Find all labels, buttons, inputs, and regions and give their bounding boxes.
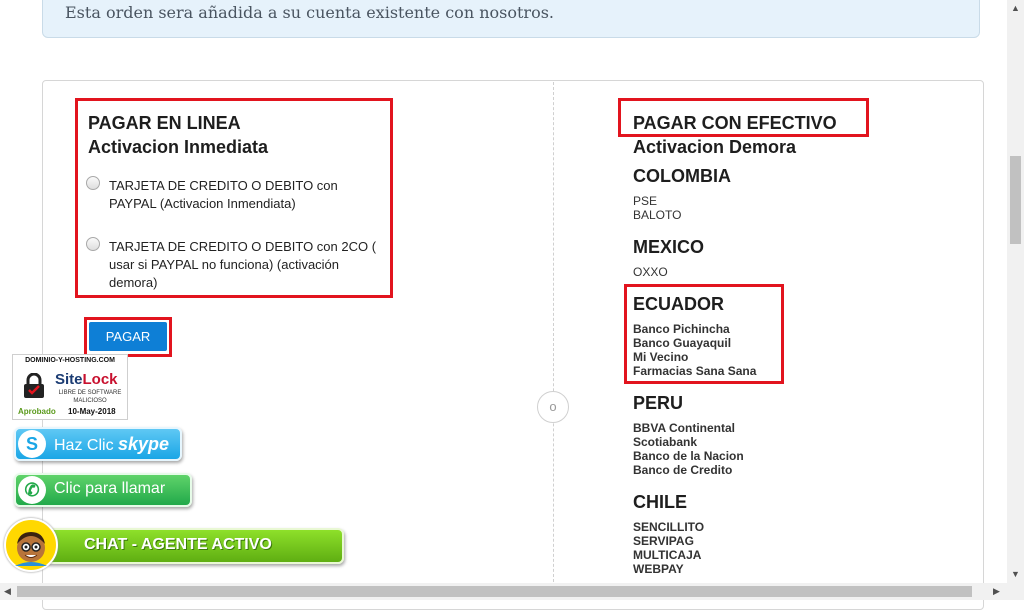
info-banner: Esta orden sera añadida a su cuenta exis… [42, 0, 980, 38]
method-item: Farmacias Sana Sana [633, 364, 757, 378]
country-mexico: MEXICO [633, 237, 705, 257]
scroll-up-icon[interactable]: ▲ [1011, 3, 1020, 13]
padlock-icon [24, 373, 44, 398]
scroll-left-icon[interactable]: ◀ [4, 586, 11, 597]
sitelock-badge[interactable]: DOMINIO-Y-HOSTING.COM SiteLock LIBRE DE … [12, 354, 128, 420]
online-subtitle: Activacion Inmediata [88, 137, 269, 157]
skype-button-label: Haz Clic skype [54, 434, 169, 455]
method-item: Banco Pichincha [633, 322, 730, 336]
radio-paypal[interactable] [86, 176, 100, 190]
banner-text: Esta orden sera añadida a su cuenta exis… [65, 3, 554, 22]
methods-colombia: PSE BALOTO [633, 194, 681, 222]
method-item: PSE [633, 194, 658, 208]
method-item: OXXO [633, 265, 668, 279]
whatsapp-button-label: Clic para llamar [54, 480, 166, 497]
option-paypal-label: TARJETA DE CREDITO O DEBITO con PAYPAL (… [109, 178, 338, 211]
vertical-scrollbar[interactable]: ▲ ▼ [1007, 0, 1024, 583]
sitelock-approved: Aprobado [18, 407, 56, 416]
or-separator: o [537, 391, 569, 423]
method-item: Banco de la Nacion [633, 449, 744, 463]
method-item: MULTICAJA [633, 548, 702, 562]
option-2co-label: TARJETA DE CREDITO O DEBITO con 2CO ( us… [109, 239, 377, 290]
horizontal-scroll-thumb[interactable] [17, 586, 972, 597]
sitelock-brand-b: Lock [82, 371, 118, 388]
sitelock-date: 10-May-2018 [68, 407, 116, 416]
horizontal-scrollbar[interactable]: ◀ ▶ [0, 583, 1024, 600]
method-item: BALOTO [633, 208, 682, 222]
methods-chile: SENCILLITO SERVIPAG MULTICAJA WEBPAY [633, 520, 704, 576]
scroll-right-icon[interactable]: ▶ [993, 586, 1000, 597]
sitelock-brand-a: Site [55, 371, 83, 388]
sitelock-brand: SiteLock [55, 371, 118, 388]
method-item: Banco Guayaquil [633, 336, 732, 350]
methods-ecuador: Banco Pichincha Banco Guayaquil Mi Vecin… [633, 322, 756, 378]
option-paypal[interactable]: TARJETA DE CREDITO O DEBITO con PAYPAL (… [86, 176, 379, 213]
cash-title: PAGAR CON EFECTIVO [633, 113, 837, 133]
skype-icon: S [18, 430, 46, 458]
country-colombia: COLOMBIA [633, 166, 731, 186]
country-peru: PERU [633, 393, 684, 413]
country-chile: CHILE [633, 492, 687, 512]
pay-button[interactable]: PAGAR [89, 322, 167, 351]
option-2co[interactable]: TARJETA DE CREDITO O DEBITO con 2CO ( us… [86, 237, 379, 292]
agent-avatar[interactable] [4, 518, 58, 572]
scroll-down-icon[interactable]: ▼ [1011, 569, 1020, 579]
whatsapp-call-button[interactable]: ✆ Clic para llamar [14, 473, 192, 507]
method-item: WEBPAY [633, 562, 684, 576]
whatsapp-icon: ✆ [18, 476, 46, 504]
country-ecuador: ECUADOR [633, 294, 725, 314]
chat-button-label: CHAT - AGENTE ACTIVO [84, 536, 272, 553]
skype-button[interactable]: S Haz Clic skype [14, 427, 182, 461]
column-divider [553, 82, 554, 592]
methods-mexico: OXXO [633, 265, 668, 279]
method-item: BBVA Continental [633, 421, 735, 435]
methods-peru: BBVA Continental Scotiabank Banco de la … [633, 421, 744, 477]
sitelock-domain: DOMINIO-Y-HOSTING.COM [25, 357, 115, 364]
vertical-scroll-thumb[interactable] [1010, 156, 1021, 244]
cash-subtitle: Activacion Demora [633, 137, 797, 157]
chat-agent-button[interactable]: CHAT - AGENTE ACTIVO [44, 528, 344, 564]
method-item: Scotiabank [633, 435, 698, 449]
radio-2co[interactable] [86, 237, 100, 251]
sitelock-line2: MALICIOSO [73, 398, 107, 404]
method-item: SENCILLITO [633, 520, 705, 534]
skype-text: Haz Clic [54, 437, 114, 454]
skype-word: skype [118, 434, 170, 454]
method-item: Banco de Credito [633, 463, 733, 477]
sitelock-line1: LIBRE DE SOFTWARE [58, 390, 122, 396]
method-item: SERVIPAG [633, 534, 694, 548]
online-title: PAGAR EN LINEA [88, 113, 241, 133]
agent-face-icon [15, 532, 47, 566]
method-item: Mi Vecino [633, 350, 689, 364]
